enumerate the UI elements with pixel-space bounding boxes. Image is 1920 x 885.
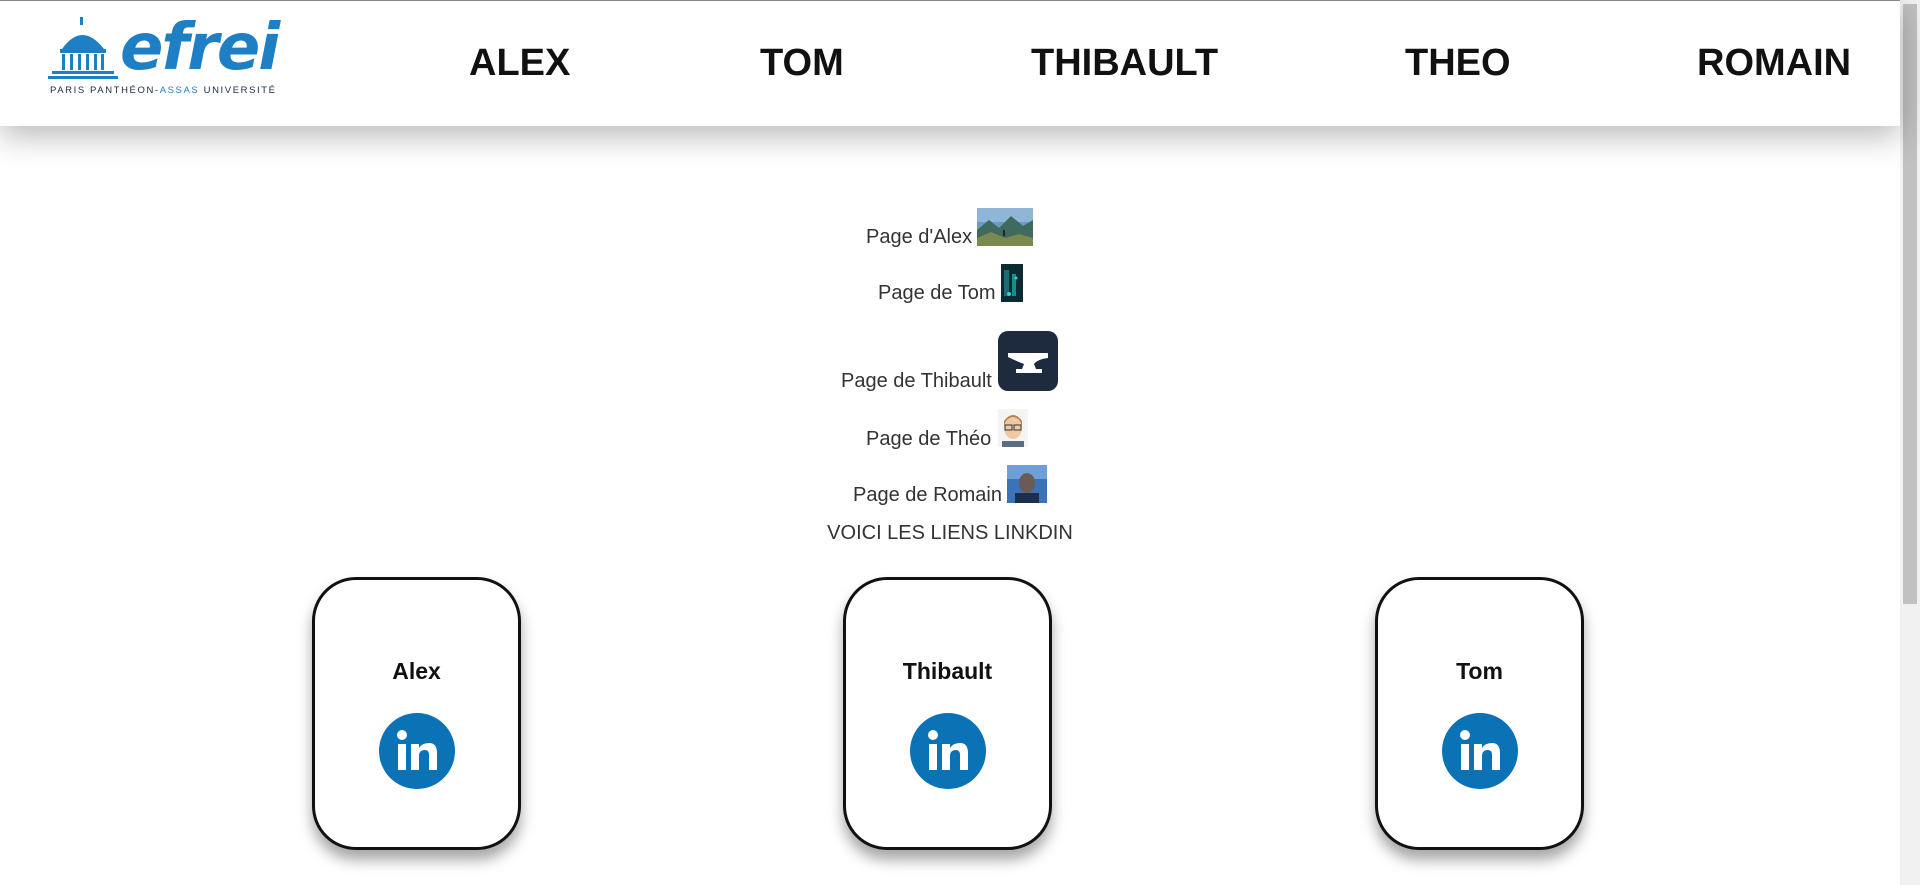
header: efrei PARIS PANTHÉON-ASSAS UNIVERSITÉ AL… [0,0,1900,126]
logo-tagline-right: UNIVERSITÉ [199,85,277,96]
logo-tagline-blue: ASSAS [159,85,200,96]
linkedin-logo-glyph [927,730,968,770]
nav-link-thibault[interactable]: THIBAULT [1031,39,1218,87]
page-link-theo[interactable]: Page de Théo [866,428,991,451]
page-link-romain[interactable]: Page de Romain [853,484,1002,507]
dark-teal-image[interactable] [1001,264,1023,302]
nav-link-theo[interactable]: THEO [1405,39,1511,87]
logo-wordmark: efrei [120,11,280,85]
nav-link-tom[interactable]: TOM [760,39,844,87]
logo-tagline: PARIS PANTHÉON-ASSAS UNIVERSITÉ [50,85,277,96]
linkedin-card-alex: Alex [312,577,521,850]
card-name: Tom [1456,658,1503,684]
browser-viewport: efrei PARIS PANTHÉON-ASSAS UNIVERSITÉ AL… [0,0,1920,885]
mountain-landscape-image[interactable] [977,208,1033,246]
portrait-photo-blue[interactable] [1007,465,1047,503]
logo-tagline-left: PARIS PANTHÉON- [50,85,160,96]
linkedin-icon[interactable] [909,713,986,789]
scrollbar-thumb[interactable] [1903,4,1917,604]
pantheon-dome-icon [48,17,118,79]
nav-link-alex[interactable]: ALEX [469,39,570,87]
linkedin-card-tom: Tom [1375,577,1584,850]
linkedin-caption: VOICI LES LIENS LINKDIN [827,522,1073,544]
linkedin-logo-glyph [396,730,437,770]
anvil-icon[interactable] [998,331,1058,391]
linkedin-card-thibault: Thibault [843,577,1052,850]
linkedin-logo-glyph [1459,730,1500,770]
vertical-scrollbar[interactable] [1900,0,1920,885]
page-link-tom[interactable]: Page de Tom [878,282,996,305]
linkedin-icon[interactable] [1441,713,1518,789]
page-link-thibault[interactable]: Page de Thibault [841,370,992,393]
page-link-alex[interactable]: Page d'Alex [866,226,972,249]
portrait-photo[interactable] [998,409,1028,447]
linkedin-icon[interactable] [378,713,455,789]
card-name: Alex [392,658,441,684]
nav-link-romain[interactable]: ROMAIN [1697,39,1851,87]
page: efrei PARIS PANTHÉON-ASSAS UNIVERSITÉ AL… [0,0,1920,885]
card-name: Thibault [902,658,993,684]
efrei-logo[interactable]: efrei PARIS PANTHÉON-ASSAS UNIVERSITÉ [48,13,288,99]
